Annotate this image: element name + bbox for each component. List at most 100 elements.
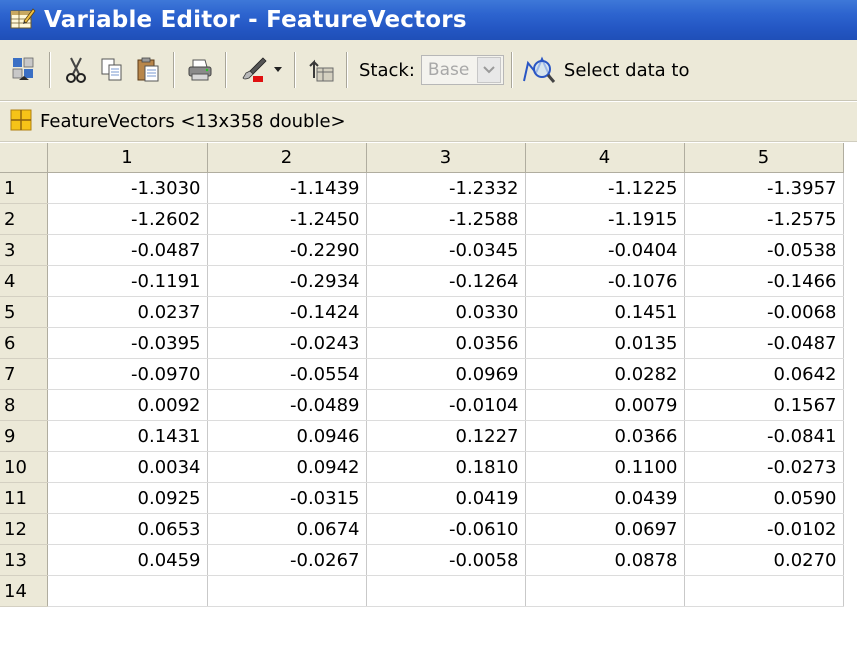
table-cell[interactable]: -1.3957 <box>684 172 844 204</box>
table-cell[interactable]: -0.1191 <box>47 265 208 297</box>
row-header[interactable]: 10 <box>0 451 48 483</box>
column-header[interactable]: 3 <box>366 143 526 173</box>
table-cell[interactable]: 0.0366 <box>525 420 685 452</box>
table-cell[interactable]: -0.0273 <box>684 451 844 483</box>
table-cell[interactable]: 0.0969 <box>366 358 526 390</box>
row-header[interactable]: 7 <box>0 358 48 390</box>
table-cell[interactable]: -0.1264 <box>366 265 526 297</box>
table-cell[interactable]: 0.0653 <box>47 513 208 545</box>
table-cell[interactable]: 0.0459 <box>47 544 208 576</box>
table-cell[interactable]: 0.0079 <box>525 389 685 421</box>
table-cell[interactable]: -1.1915 <box>525 203 685 235</box>
table-cell[interactable]: -1.2450 <box>207 203 367 235</box>
table-cell[interactable] <box>207 575 367 607</box>
table-cell[interactable]: -0.0267 <box>207 544 367 576</box>
table-cell[interactable]: 0.0419 <box>366 482 526 514</box>
dropdown-arrow-icon[interactable] <box>272 53 284 87</box>
table-cell[interactable]: -0.0068 <box>684 296 844 328</box>
row-header[interactable]: 12 <box>0 513 48 545</box>
row-header[interactable]: 1 <box>0 172 48 204</box>
import-data-icon[interactable] <box>9 53 39 87</box>
table-cell[interactable]: 0.0034 <box>47 451 208 483</box>
row-header[interactable]: 13 <box>0 544 48 576</box>
column-header[interactable]: 2 <box>207 143 367 173</box>
table-cell[interactable]: -0.0554 <box>207 358 367 390</box>
row-header[interactable]: 5 <box>0 296 48 328</box>
row-header[interactable]: 4 <box>0 265 48 297</box>
chevron-down-icon[interactable] <box>476 57 501 83</box>
table-cell[interactable]: 0.0439 <box>525 482 685 514</box>
table-cell[interactable] <box>525 575 685 607</box>
table-cell[interactable]: -1.2588 <box>366 203 526 235</box>
table-cell[interactable]: 0.1810 <box>366 451 526 483</box>
table-cell[interactable]: -1.3030 <box>47 172 208 204</box>
column-header[interactable]: 1 <box>47 143 208 173</box>
table-cell[interactable]: 0.0237 <box>47 296 208 328</box>
table-cell[interactable] <box>366 575 526 607</box>
table-cell[interactable]: 0.1451 <box>525 296 685 328</box>
table-cell[interactable]: -0.0841 <box>684 420 844 452</box>
stack-select[interactable]: Base <box>420 55 504 85</box>
row-header[interactable]: 9 <box>0 420 48 452</box>
table-cell[interactable] <box>684 575 844 607</box>
table-cell[interactable]: -0.1076 <box>525 265 685 297</box>
table-cell[interactable]: -0.1466 <box>684 265 844 297</box>
corner-header[interactable] <box>0 143 48 173</box>
table-cell[interactable]: -0.0104 <box>366 389 526 421</box>
table-cell[interactable]: 0.1567 <box>684 389 844 421</box>
table-cell[interactable]: -0.1424 <box>207 296 367 328</box>
table-cell[interactable]: -0.0395 <box>47 327 208 359</box>
print-icon[interactable] <box>185 53 215 87</box>
column-header[interactable]: 4 <box>525 143 685 173</box>
table-cell[interactable]: -0.0345 <box>366 234 526 266</box>
row-header[interactable]: 14 <box>0 575 48 607</box>
table-cell[interactable]: 0.0878 <box>525 544 685 576</box>
table-cell[interactable]: -1.1439 <box>207 172 367 204</box>
column-header[interactable]: 5 <box>684 143 844 173</box>
table-cell[interactable]: -0.2934 <box>207 265 367 297</box>
table-cell[interactable]: -0.0538 <box>684 234 844 266</box>
table-cell[interactable]: -0.0487 <box>684 327 844 359</box>
table-cell[interactable]: 0.0092 <box>47 389 208 421</box>
row-header[interactable]: 2 <box>0 203 48 235</box>
table-cell[interactable]: -0.2290 <box>207 234 367 266</box>
table-cell[interactable]: -0.0489 <box>207 389 367 421</box>
table-cell[interactable]: -0.0610 <box>366 513 526 545</box>
table-cell[interactable]: -0.0487 <box>47 234 208 266</box>
table-cell[interactable]: 0.0330 <box>366 296 526 328</box>
cut-icon[interactable] <box>61 53 91 87</box>
table-cell[interactable]: 0.1431 <box>47 420 208 452</box>
row-header[interactable]: 8 <box>0 389 48 421</box>
table-cell[interactable]: 0.0642 <box>684 358 844 390</box>
table-cell[interactable]: -0.0970 <box>47 358 208 390</box>
table-cell[interactable]: -1.2602 <box>47 203 208 235</box>
paste-icon[interactable] <box>133 53 163 87</box>
table-cell[interactable]: -1.2575 <box>684 203 844 235</box>
table-cell[interactable]: 0.0135 <box>525 327 685 359</box>
table-cell[interactable]: -1.1225 <box>525 172 685 204</box>
table-cell[interactable]: 0.0946 <box>207 420 367 452</box>
table-cell[interactable] <box>47 575 208 607</box>
table-cell[interactable]: -1.2332 <box>366 172 526 204</box>
select-data-button[interactable]: Select data to <box>564 60 690 81</box>
up-level-icon[interactable] <box>306 53 336 87</box>
select-data-icon[interactable] <box>522 53 556 87</box>
table-cell[interactable]: 0.1100 <box>525 451 685 483</box>
plot-brush-icon[interactable] <box>237 53 271 87</box>
table-cell[interactable]: 0.0356 <box>366 327 526 359</box>
table-cell[interactable]: 0.1227 <box>366 420 526 452</box>
table-cell[interactable]: 0.0590 <box>684 482 844 514</box>
table-cell[interactable]: 0.0697 <box>525 513 685 545</box>
table-cell[interactable]: -0.0243 <box>207 327 367 359</box>
table-cell[interactable]: -0.0058 <box>366 544 526 576</box>
table-cell[interactable]: -0.0315 <box>207 482 367 514</box>
row-header[interactable]: 11 <box>0 482 48 514</box>
table-cell[interactable]: -0.0404 <box>525 234 685 266</box>
table-cell[interactable]: 0.0942 <box>207 451 367 483</box>
copy-icon[interactable] <box>97 53 127 87</box>
table-cell[interactable]: 0.0282 <box>525 358 685 390</box>
table-cell[interactable]: -0.0102 <box>684 513 844 545</box>
table-cell[interactable]: 0.0674 <box>207 513 367 545</box>
row-header[interactable]: 3 <box>0 234 48 266</box>
table-cell[interactable]: 0.0270 <box>684 544 844 576</box>
